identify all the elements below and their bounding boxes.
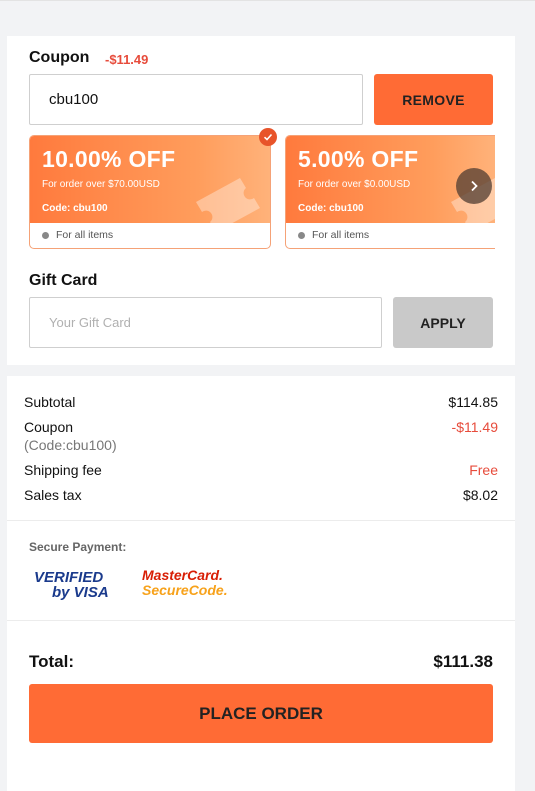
coupon-ticket[interactable]: 10.00% OFF For order over $70.00USD Code… <box>29 135 271 249</box>
ticket-scope: For all items <box>42 229 113 241</box>
ticket-body: 10.00% OFF For order over $70.00USD Code… <box>30 136 270 224</box>
coupon-discount-amount: -$11.49 <box>105 52 149 67</box>
check-icon <box>259 128 277 146</box>
order-summary-card: Subtotal $114.85 Coupon (Code:cbu100) -$… <box>7 376 515 791</box>
coupon-summary-value: -$11.49 <box>451 419 498 435</box>
place-order-button[interactable]: PLACE ORDER <box>29 684 493 743</box>
ticket-condition: For order over $70.00USD <box>42 179 160 190</box>
secure-payment-label: Secure Payment: <box>29 540 127 554</box>
ticket-condition: For order over $0.00USD <box>298 179 411 190</box>
coupon-summary-code: (Code:cbu100) <box>24 437 117 453</box>
gift-card-title: Gift Card <box>29 272 98 289</box>
total-value: $111.38 <box>433 652 493 671</box>
sales-tax-value: $8.02 <box>462 487 498 503</box>
svg-text:VERIFIEDby VISA: VERIFIED by VISA <box>34 569 109 601</box>
top-divider <box>0 0 535 3</box>
divider <box>7 520 515 521</box>
total-label: Total: <box>29 652 75 671</box>
shipping-label: Shipping fee <box>24 462 102 478</box>
chevron-right-icon[interactable] <box>456 168 492 204</box>
ticket-scope-text: For all items <box>312 229 370 241</box>
ticket-icon <box>196 178 260 224</box>
apply-gift-card-button[interactable]: APPLY <box>393 297 493 348</box>
coupon-title: Coupon <box>29 49 90 66</box>
coupon-code-input[interactable] <box>29 74 363 125</box>
ticket-code: Code: cbu100 <box>42 203 108 214</box>
coupon-giftcard-card: Coupon -$11.49 REMOVE 10.00% OFF For ord… <box>7 36 515 365</box>
ticket-scope-text: For all items <box>56 229 114 241</box>
ticket-code: Code: cbu100 <box>298 203 364 214</box>
divider <box>7 620 515 621</box>
ticket-percent: 5.00% OFF <box>298 146 419 172</box>
sales-tax-label: Sales tax <box>24 487 82 503</box>
coupon-summary-label: Coupon <box>24 419 74 435</box>
dot-icon <box>42 231 49 239</box>
shipping-value: Free <box>469 462 498 478</box>
ticket-percent: 10.00% OFF <box>42 146 176 172</box>
dot-icon <box>298 231 305 239</box>
subtotal-value: $114.85 <box>448 394 498 410</box>
ticket-scope: For all items <box>298 229 369 241</box>
subtotal-label: Subtotal <box>24 394 76 410</box>
gift-card-input[interactable] <box>29 297 382 348</box>
verified-by-visa-logo: VERIFIED by VISA <box>34 569 109 601</box>
remove-coupon-button[interactable]: REMOVE <box>374 74 493 125</box>
mastercard-securecode-logo: MasterCard. SecureCode. <box>142 567 228 598</box>
svg-text:MasterCard.SecureCode.: MasterCard. SecureCode. <box>142 567 228 598</box>
